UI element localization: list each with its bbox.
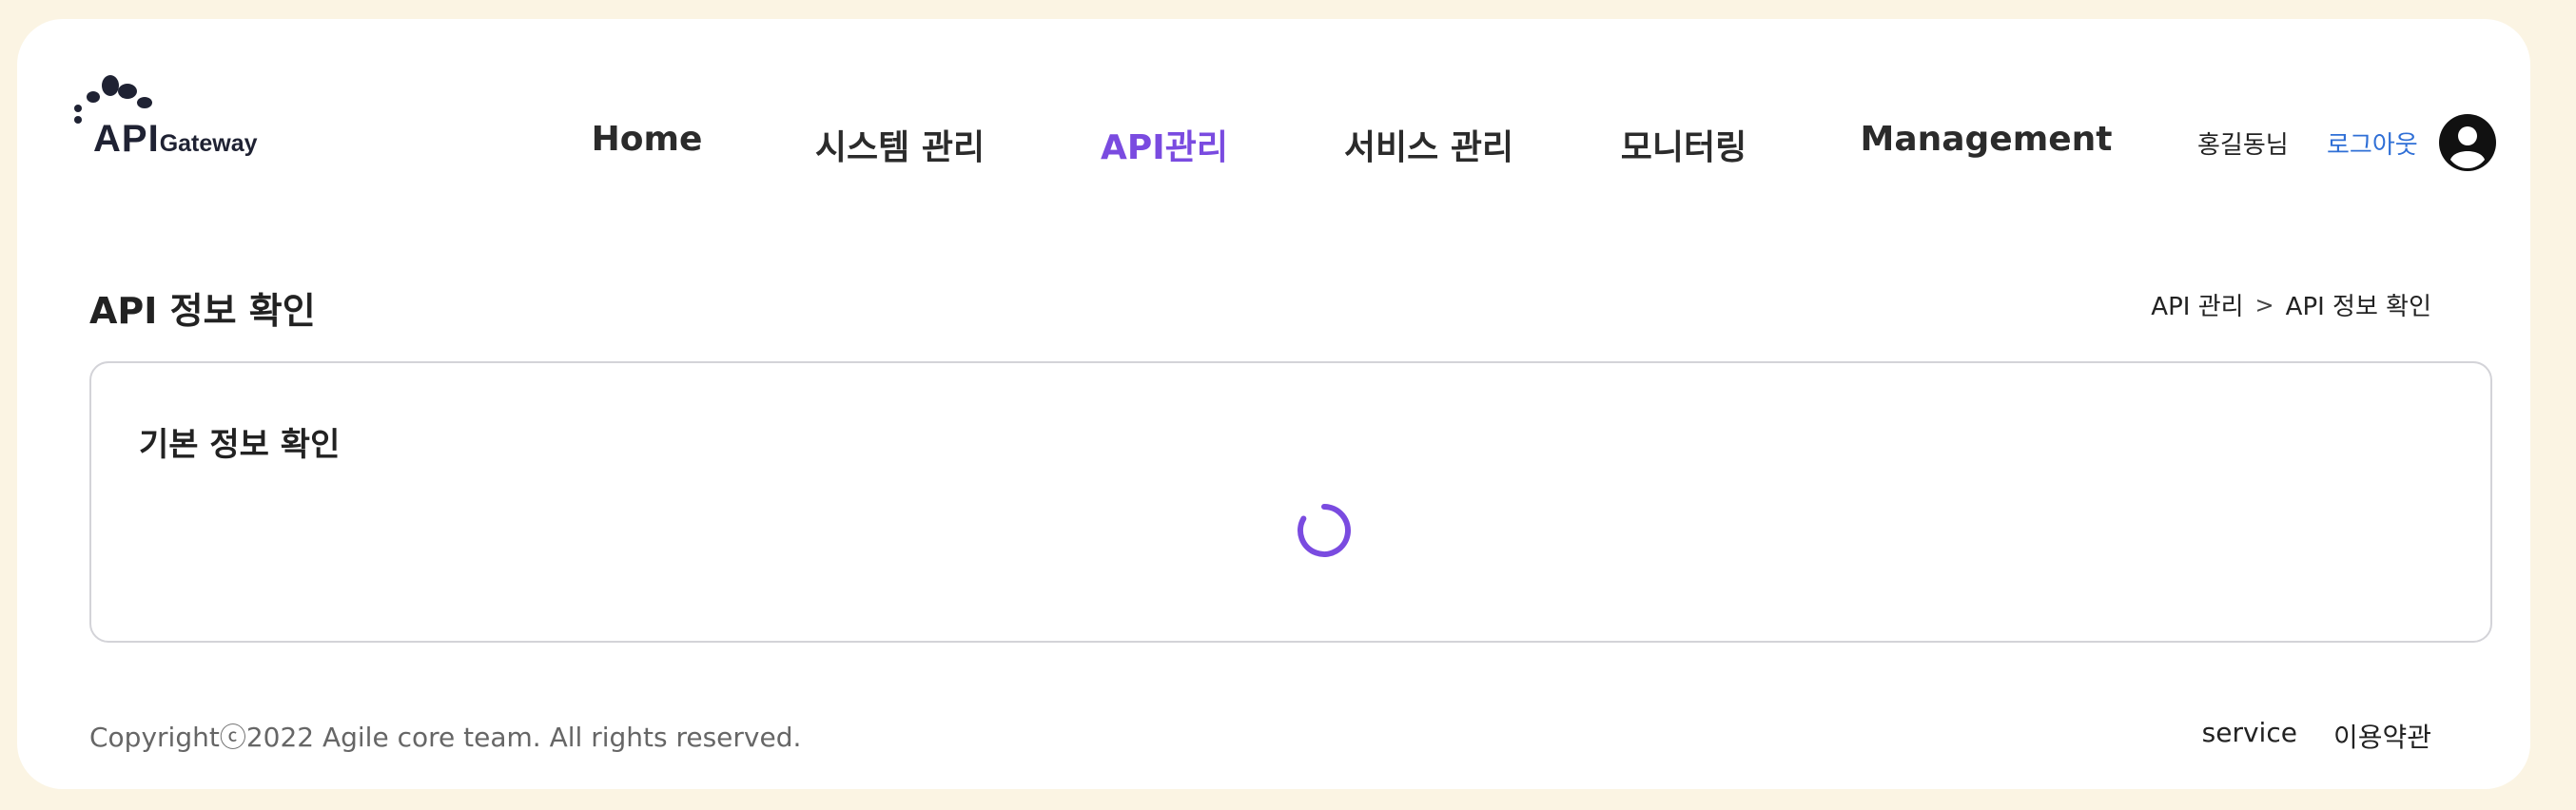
basic-info-panel: 기본 정보 확인 [89,361,2492,643]
section-title: 기본 정보 확인 [139,426,341,464]
user-avatar-icon[interactable] [2439,114,2496,171]
user-name: 홍길동님 [2197,131,2289,160]
main-card: APIGateway Home 시스템 관리 API관리 서비스 관리 모니터링… [17,19,2530,789]
nav-item-home[interactable]: Home [592,120,703,159]
logo-text: APIGateway [93,118,258,161]
logo-gateway-text: Gateway [159,130,258,157]
footer-link-service[interactable]: service [2202,717,2297,755]
page-title: API 정보 확인 [89,290,316,332]
logo-api-text: API [93,118,160,160]
api-gateway-logo[interactable]: APIGateway [72,70,282,165]
nav-item-management[interactable]: Management [1861,120,2113,159]
loading-spinner-icon [1296,502,1353,559]
footer-link-terms[interactable]: 이용약관 [2333,717,2431,755]
breadcrumb-item-current: API 정보 확인 [2285,293,2431,321]
copyright-text: Copyrightⓒ2022 Agile core team. All righ… [89,722,802,753]
nav-item-service-management[interactable]: 서비스 관리 [1344,120,1513,169]
chevron-right-icon: > [2254,291,2274,318]
nav-item-api-management[interactable]: API관리 [1101,120,1228,169]
footer-links: service 이용약관 [2202,717,2431,755]
logout-link[interactable]: 로그아웃 [2327,125,2418,161]
nav-item-monitoring[interactable]: 모니터링 [1621,120,1747,169]
nav-item-system-management[interactable]: 시스템 관리 [815,120,985,169]
breadcrumb: API 관리 > API 정보 확인 [2151,287,2431,322]
breadcrumb-item-api-management[interactable]: API 관리 [2151,287,2243,322]
